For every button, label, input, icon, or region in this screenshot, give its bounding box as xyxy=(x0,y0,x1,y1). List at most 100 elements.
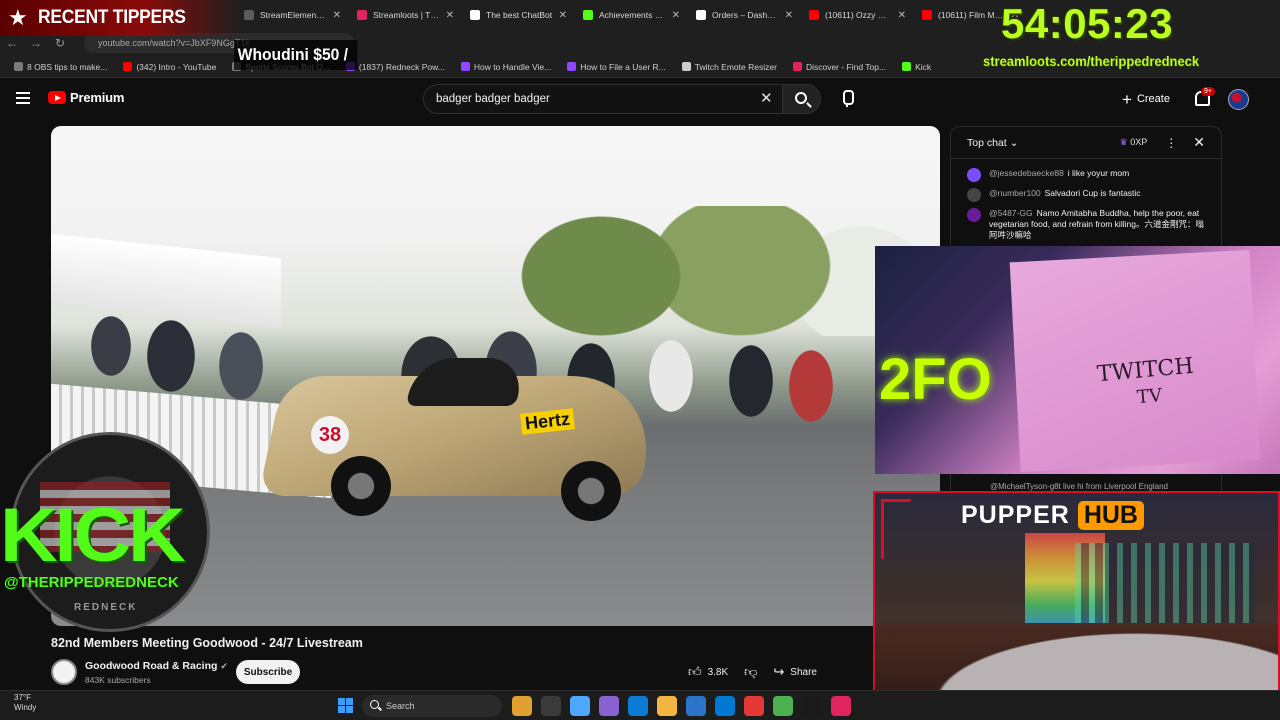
tab-close-icon[interactable]: ✕ xyxy=(785,10,793,21)
xp-badge[interactable]: ♛ 0XP xyxy=(1120,137,1148,148)
share-button[interactable]: ↪ Share xyxy=(773,664,817,680)
chat-message-partial: @MichaelTyson-g8t live hi from Liverpool… xyxy=(990,482,1168,491)
bookmark-label: Discover - Find Top... xyxy=(805,61,887,72)
weather-condition: Windy xyxy=(14,703,37,712)
bookmark-item[interactable]: 8 OBS tips to make... xyxy=(8,62,113,72)
tab-label: The best ChatBot xyxy=(486,10,553,20)
taskbar-app-icon[interactable] xyxy=(657,696,677,716)
tab-label: StreamElements - xyxy=(260,10,327,20)
tab-close-icon[interactable]: ✕ xyxy=(559,10,567,21)
thumbs-down-icon: 👎︎ xyxy=(744,664,758,679)
chat-author-avatar[interactable] xyxy=(967,208,981,222)
webcam-bottom: PUPPER HUB xyxy=(873,491,1280,720)
like-count: 3.8K xyxy=(707,666,729,678)
taskbar-app-icon[interactable] xyxy=(628,696,648,716)
chat-message: @5487-GG Namo Amitabha Buddha, help the p… xyxy=(951,205,1221,244)
channel-name[interactable]: Goodwood Road & Racing ✔ xyxy=(85,660,228,672)
taskbar-app-icon[interactable] xyxy=(744,696,764,716)
car-number: 38 xyxy=(311,416,349,454)
tab-favicon xyxy=(470,10,480,20)
like-button[interactable]: 👍︎ 3.8K xyxy=(688,664,728,680)
taskbar-search-label: Search xyxy=(386,701,415,711)
tab-favicon xyxy=(357,10,367,20)
search-input[interactable]: badger badger badger xyxy=(423,84,783,114)
tab-favicon xyxy=(922,10,932,20)
car-cockpit xyxy=(405,358,527,406)
channel-avatar[interactable] xyxy=(51,659,77,685)
windows-taskbar: 37°F Windy Search xyxy=(0,690,1280,720)
chat-header: Top chat ⌄ ♛ 0XP ⋮ ✕ xyxy=(951,127,1221,159)
taskbar-app-icon[interactable] xyxy=(831,696,851,716)
browser-tab[interactable]: StreamElements - ✕ xyxy=(236,0,349,30)
chat-mode-dropdown[interactable]: Top chat ⌄ xyxy=(967,137,1018,149)
bookmark-item[interactable]: Kick xyxy=(896,62,937,72)
browser-tab[interactable]: Orders – Dashboa ✕ xyxy=(688,0,801,30)
chat-author-avatar[interactable] xyxy=(967,188,981,202)
bookmark-favicon xyxy=(123,62,133,71)
crown-icon: ♛ xyxy=(1119,137,1128,147)
search-button[interactable] xyxy=(783,84,821,114)
youtube-logo[interactable]: Premium xyxy=(48,90,124,105)
more-options-icon[interactable]: ⋮ xyxy=(1165,136,1177,150)
streamloots-url: streamloots.com/therippedredneck xyxy=(983,54,1200,69)
recent-tippers-overlay: ★ RECENT TIPPERS xyxy=(0,0,240,36)
race-car: 38 Hertz xyxy=(258,346,664,521)
menu-icon[interactable] xyxy=(16,92,30,104)
taskbar-search[interactable]: Search xyxy=(362,695,502,717)
taskbar-search-icon xyxy=(370,700,379,709)
car-wheel xyxy=(331,456,391,516)
taskbar-app-icon[interactable] xyxy=(541,696,561,716)
browser-tab[interactable]: (10611) Ozzy Osb ✕ xyxy=(801,0,914,30)
youtube-masthead: Premium badger badger badger ✕ + Create … xyxy=(0,80,1280,120)
create-button[interactable]: + Create xyxy=(1122,88,1170,110)
windows-start-icon[interactable] xyxy=(338,698,353,713)
chat-author[interactable]: @jessedebaecke88 xyxy=(989,168,1064,178)
browser-tab[interactable]: Streamloots | Ther ✕ xyxy=(349,0,462,30)
tab-close-icon[interactable]: ✕ xyxy=(446,10,454,21)
forward-icon[interactable]: → xyxy=(24,36,48,50)
tab-close-icon[interactable]: ✕ xyxy=(898,10,906,21)
reload-icon[interactable]: ↻ xyxy=(48,36,72,50)
taskbar-app-icon[interactable] xyxy=(570,696,590,716)
account-avatar[interactable] xyxy=(1228,89,1249,110)
tab-close-icon[interactable]: ✕ xyxy=(333,10,341,21)
bookmark-item[interactable]: Twitch Emote Resizer xyxy=(676,62,783,72)
weather-widget[interactable]: 37°F Windy xyxy=(14,693,36,713)
subscriber-count: 843K subscribers xyxy=(85,675,151,685)
tab-favicon xyxy=(244,10,254,20)
chat-author-avatar[interactable] xyxy=(967,168,981,182)
chat-author[interactable]: @5487-GG xyxy=(989,208,1033,218)
browser-tab[interactable]: Achievements - Ki ✕ xyxy=(575,0,688,30)
taskbar-app-icon[interactable] xyxy=(512,696,532,716)
tab-label: Streamloots | Ther xyxy=(373,10,440,20)
back-icon[interactable]: ← xyxy=(0,36,24,50)
bookmark-item[interactable]: How to File a User R... xyxy=(561,62,672,72)
clear-search-icon[interactable]: ✕ xyxy=(760,89,773,107)
microphone-icon[interactable] xyxy=(840,90,854,108)
chat-message-list: @jessedebaecke88 i like yoyur mom @number1… xyxy=(951,159,1221,244)
tab-close-icon[interactable]: ✕ xyxy=(672,10,680,21)
tab-favicon xyxy=(809,10,819,20)
taskbar-app-icon[interactable] xyxy=(802,696,822,716)
kick-logo-subtext: REDNECK xyxy=(74,602,138,613)
bookmark-label: 8 OBS tips to make... xyxy=(27,61,108,72)
close-chat-icon[interactable]: ✕ xyxy=(1193,134,1205,151)
subscribe-button[interactable]: Subscribe xyxy=(236,660,300,684)
bookmark-label: How to Handle Vie... xyxy=(473,61,552,72)
video-actions: 👍︎ 3.8K 👎︎ ↪ Share xyxy=(688,660,817,684)
chat-mode-label: Top chat xyxy=(967,136,1007,149)
xp-label: 0XP xyxy=(1130,137,1148,147)
taskbar-app-icon[interactable] xyxy=(599,696,619,716)
chat-author[interactable]: @number100 xyxy=(989,188,1041,198)
taskbar-app-icon[interactable] xyxy=(715,696,735,716)
taskbar-app-icon[interactable] xyxy=(686,696,706,716)
tip-ticker: Whoudini $50 / xyxy=(234,40,358,70)
tab-label: Achievements - Ki xyxy=(599,10,666,20)
taskbar-app-icon[interactable] xyxy=(773,696,793,716)
dislike-button[interactable]: 👎︎ xyxy=(744,664,757,680)
bookmark-item[interactable]: Discover - Find Top... xyxy=(787,62,892,72)
youtube-play-icon xyxy=(48,91,66,104)
browser-tab[interactable]: The best ChatBot ✕ xyxy=(462,0,575,30)
bookmark-item[interactable]: How to Handle Vie... xyxy=(455,62,557,72)
bookmark-item[interactable]: (342) Intro - YouTube xyxy=(117,62,222,72)
